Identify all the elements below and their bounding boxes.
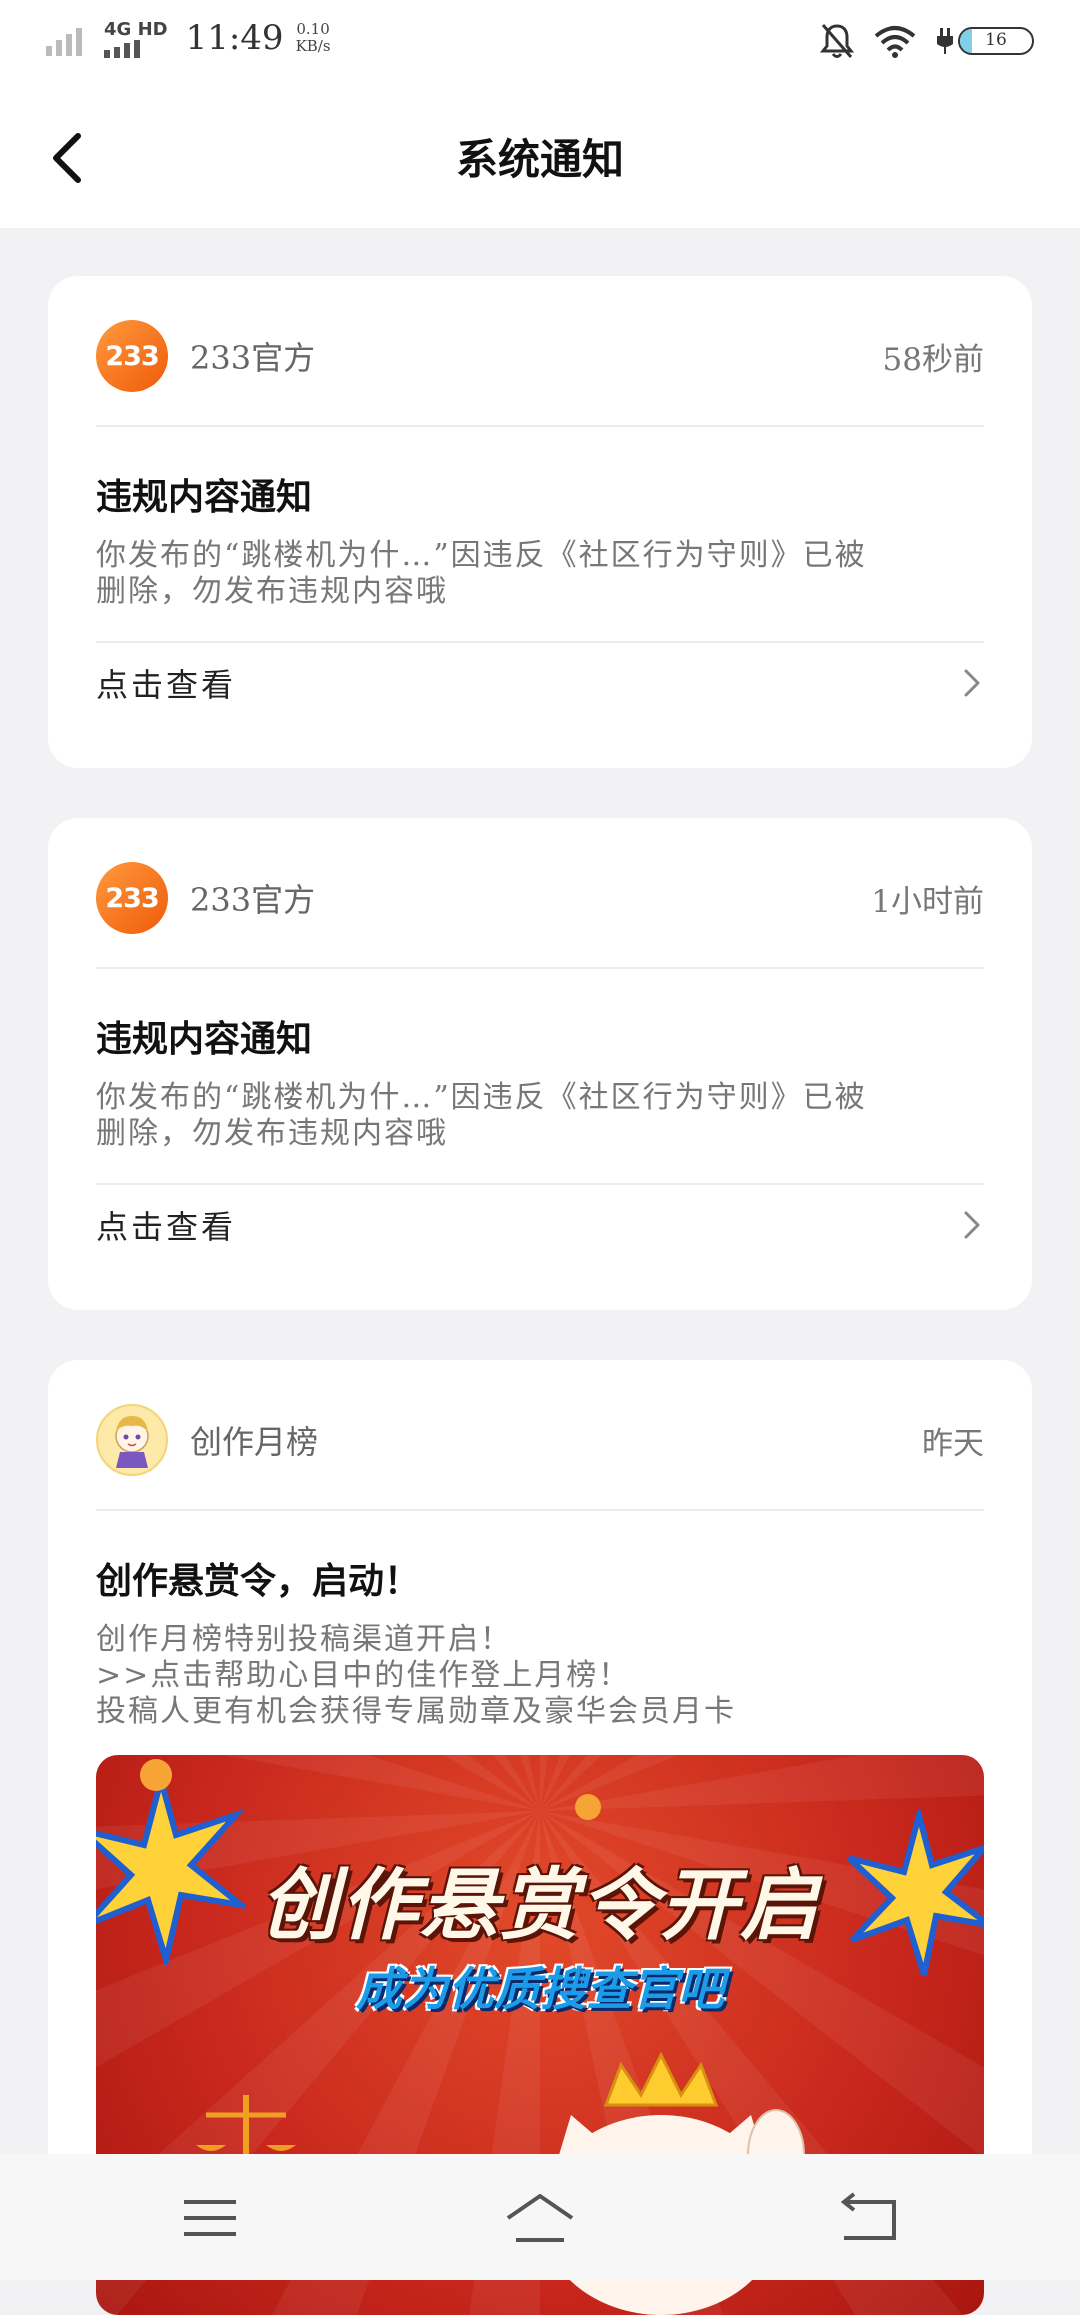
sender-name: 233官方 [190, 881, 316, 919]
timestamp: 昨天 [922, 1425, 984, 1462]
chevron-right-icon [964, 1211, 980, 1239]
divider [96, 1509, 984, 1511]
banner-subtitle: 成为优质搜查官吧 [356, 1962, 724, 2016]
notification-card: 233 233官方 1小时前 违规内容通知 你发布的“跳楼机为什…”因违反《社区… [48, 818, 1032, 1310]
avatar: 233 [96, 862, 168, 934]
notification-card[interactable]: 创作月榜 昨天 创作悬赏令，启动！ 创作月榜特别投稿渠道开启！ >>点击帮助心目… [48, 1360, 1032, 2315]
timestamp: 1小时前 [871, 883, 984, 920]
wifi-icon [874, 26, 916, 58]
system-nav-bar [0, 2154, 1080, 2280]
signal-strength-icon [104, 39, 140, 58]
status-right: 16 [820, 22, 1034, 60]
view-details-link[interactable]: 点击查看 [96, 643, 984, 723]
character-avatar-icon [115, 1416, 149, 1468]
view-details-link[interactable]: 点击查看 [96, 1185, 984, 1265]
chevron-right-icon [964, 669, 980, 697]
status-left: 4G HD 11:49 0.10 KB/s [46, 18, 331, 58]
orb-icon [575, 1794, 601, 1820]
mute-bell-icon [820, 24, 854, 58]
avatar: 233 [96, 320, 168, 392]
menu-icon [184, 2200, 236, 2236]
message-title: 创作悬赏令，启动！ [96, 1560, 421, 1602]
card-header: 创作月榜 昨天 [96, 1404, 984, 1476]
message-title: 违规内容通知 [96, 476, 313, 518]
home-button[interactable] [500, 2188, 580, 2248]
divider [96, 425, 984, 427]
back-nav-button[interactable] [830, 2188, 910, 2248]
message-body: 你发布的“跳楼机为什…”因违反《社区行为守则》已被 删除，勿发布违规内容哦 [96, 538, 867, 609]
orb-icon [140, 1759, 172, 1791]
clock: 11:49 [185, 18, 284, 58]
sender-name: 233官方 [190, 339, 316, 377]
home-icon [506, 2194, 574, 2242]
page-title: 系统通知 [455, 135, 624, 184]
back-icon [840, 2192, 896, 2240]
card-header: 233 233官方 58秒前 [96, 320, 984, 392]
message-title: 违规内容通知 [96, 1018, 313, 1060]
battery-icon: 16 [958, 27, 1034, 55]
avatar [96, 1404, 168, 1476]
message-body: 创作月榜特别投稿渠道开启！ >>点击帮助心目中的佳作登上月榜！ 投稿人更有机会获… [96, 1622, 736, 1729]
view-details-label: 点击查看 [96, 1208, 237, 1246]
divider [96, 967, 984, 969]
menu-button[interactable] [170, 2188, 250, 2248]
signal-icon [46, 28, 82, 56]
app-header: 系统通知 [0, 82, 1080, 228]
battery-level: 16 [985, 30, 1007, 50]
view-details-label: 点击查看 [96, 666, 237, 704]
charging-icon [937, 28, 953, 54]
timestamp: 58秒前 [882, 341, 984, 378]
notification-card: 233 233官方 58秒前 违规内容通知 你发布的“跳楼机为什…”因违反《社区… [48, 276, 1032, 768]
banner-title: 创作悬赏令开启 [259, 1861, 820, 1951]
sender-name: 创作月榜 [190, 1423, 319, 1461]
network-type: 4G HD [104, 18, 168, 40]
message-body: 你发布的“跳楼机为什…”因违反《社区行为守则》已被 删除，勿发布违规内容哦 [96, 1080, 867, 1151]
status-bar: 4G HD 11:49 0.10 KB/s 16 [0, 0, 1080, 82]
network-rate: 0.10 KB/s [295, 20, 331, 55]
card-header: 233 233官方 1小时前 [96, 862, 984, 934]
